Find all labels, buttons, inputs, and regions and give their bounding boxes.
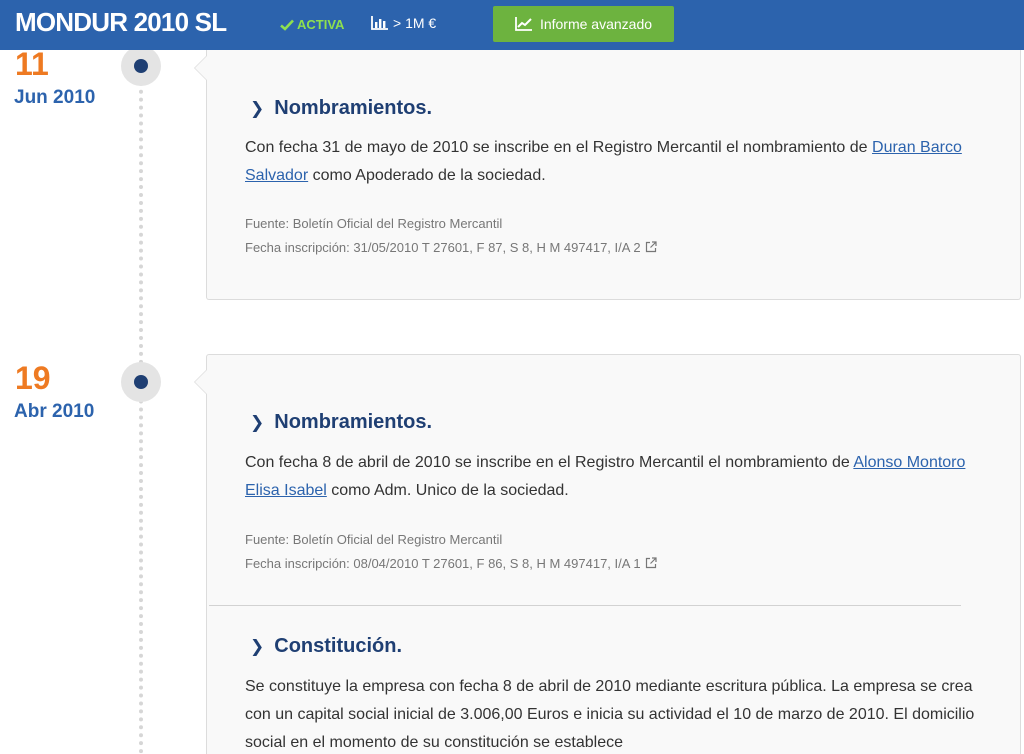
chevron-right-icon: ❯ xyxy=(250,98,265,118)
timeline-node xyxy=(121,362,161,402)
timeline-node xyxy=(121,46,161,86)
card-pointer xyxy=(194,369,207,395)
entry-description: Se constituye la empresa con fecha 8 de … xyxy=(245,678,975,751)
inscription-text: Fecha inscripción: 08/04/2010 T 27601, F… xyxy=(245,556,641,571)
event-day: 11 xyxy=(15,46,49,82)
entry-source: Fuente: Boletín Oficial del Registro Mer… xyxy=(245,532,503,547)
chevron-right-icon: ❯ xyxy=(250,636,265,656)
entry-title: ❯ Nombramientos. xyxy=(250,97,432,120)
entry-inscription: Fecha inscripción: 08/04/2010 T 27601, F… xyxy=(245,552,657,576)
external-link-icon[interactable] xyxy=(645,241,657,253)
entry-title-text: Nombramientos. xyxy=(274,97,433,119)
entry-title-text: Nombramientos. xyxy=(274,411,433,433)
entry-title-text: Constitución. xyxy=(274,635,403,657)
event-month: Abr 2010 xyxy=(14,401,95,422)
timeline-line xyxy=(139,50,143,754)
event-card: ❯ Nombramientos. Con fecha 31 de mayo de… xyxy=(194,50,1021,300)
revenue-label: > 1M € xyxy=(393,15,437,31)
event-card: ❯ Nombramientos. Con fecha 8 de abril de… xyxy=(194,354,1021,754)
revenue-badge: > 1M € xyxy=(371,15,436,31)
company-name: MONDUR 2010 SL xyxy=(15,7,227,37)
bar-chart-icon xyxy=(371,16,388,30)
check-icon xyxy=(280,19,294,31)
entry-description: Con fecha 31 de mayo de 2010 se inscribe… xyxy=(245,134,985,190)
advanced-report-label: Informe avanzado xyxy=(539,16,653,32)
entry-description: Con fecha 8 de abril de 2010 se inscribe… xyxy=(245,449,985,505)
card-pointer xyxy=(194,55,207,81)
external-link-icon[interactable] xyxy=(645,557,657,569)
status-badge: ACTIVA xyxy=(280,17,344,32)
entry-text-before: Con fecha 8 de abril de 2010 se inscribe… xyxy=(245,454,854,471)
entry-inscription: Fecha inscripción: 31/05/2010 T 27601, F… xyxy=(245,236,657,260)
entry-source: Fuente: Boletín Oficial del Registro Mer… xyxy=(245,216,503,231)
entry-meta: Fuente: Boletín Oficial del Registro Mer… xyxy=(245,528,657,576)
entry-title: ❯ Nombramientos. xyxy=(250,411,432,434)
entry-text-after: como Apoderado de la sociedad. xyxy=(308,167,546,184)
advanced-report-button[interactable]: Informe avanzado xyxy=(493,6,674,42)
inscription-text: Fecha inscripción: 31/05/2010 T 27601, F… xyxy=(245,240,641,255)
entry-title: ❯ Constitución. xyxy=(250,635,402,658)
status-label: ACTIVA xyxy=(297,17,345,32)
event-day: 19 xyxy=(15,360,51,396)
entry-text-after: como Adm. Unico de la sociedad. xyxy=(326,482,569,499)
entry-meta: Fuente: Boletín Oficial del Registro Mer… xyxy=(245,212,657,260)
event-month: Jun 2010 xyxy=(14,87,96,108)
chevron-right-icon: ❯ xyxy=(250,412,265,432)
entry-text-before: Con fecha 31 de mayo de 2010 se inscribe… xyxy=(245,139,873,156)
company-header: MONDUR 2010 SL ACTIVA > 1M € Informe ava… xyxy=(0,0,1024,50)
trend-line-icon xyxy=(515,17,532,31)
entry-divider xyxy=(209,605,961,606)
